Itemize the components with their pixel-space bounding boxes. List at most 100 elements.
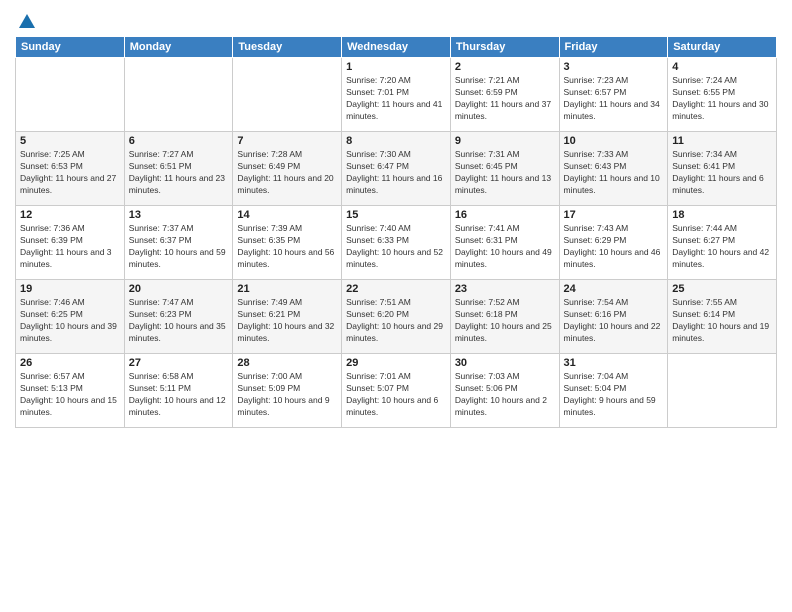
day-info: Sunrise: 7:04 AM Sunset: 5:04 PM Dayligh… [564, 371, 664, 419]
calendar-cell: 15 Sunrise: 7:40 AM Sunset: 6:33 PM Dayli… [342, 206, 451, 280]
calendar-cell: 8 Sunrise: 7:30 AM Sunset: 6:47 PM Daylig… [342, 132, 451, 206]
day-info: Sunrise: 7:27 AM Sunset: 6:51 PM Dayligh… [129, 149, 229, 197]
day-number: 18 [672, 209, 772, 221]
calendar-cell: 2Sunrise: 7:21 AM Sunset: 6:59 PM Daylig… [450, 58, 559, 132]
day-number: 27 [129, 357, 229, 369]
day-number: 21 [237, 283, 337, 295]
day-number: 6 [129, 135, 229, 147]
calendar-week-row: 12 Sunrise: 7:36 AM Sunset: 6:39 PM Dayli… [16, 206, 777, 280]
day-info: Sunrise: 7:40 AM Sunset: 6:33 PM Dayligh… [346, 223, 446, 271]
day-info: Sunrise: 7:44 AM Sunset: 6:27 PM Dayligh… [672, 223, 772, 271]
header-saturday: Saturday [668, 37, 777, 58]
calendar-cell: 9 Sunrise: 7:31 AM Sunset: 6:45 PM Daylig… [450, 132, 559, 206]
calendar-cell: 28 Sunrise: 7:00 AM Sunset: 5:09 PM Dayli… [233, 354, 342, 428]
day-number: 24 [564, 283, 664, 295]
day-number: 15 [346, 209, 446, 221]
day-number: 9 [455, 135, 555, 147]
header-sunday: Sunday [16, 37, 125, 58]
weekday-header-row: Sunday Monday Tuesday Wednesday Thursday… [16, 37, 777, 58]
day-number: 23 [455, 283, 555, 295]
day-info: Sunrise: 7:00 AM Sunset: 5:09 PM Dayligh… [237, 371, 337, 419]
calendar-cell [233, 58, 342, 132]
calendar-cell: 17 Sunrise: 7:43 AM Sunset: 6:29 PM Dayli… [559, 206, 668, 280]
day-number: 17 [564, 209, 664, 221]
calendar-cell: 19 Sunrise: 7:46 AM Sunset: 6:25 PM Dayli… [16, 280, 125, 354]
day-number: 22 [346, 283, 446, 295]
day-info: Sunrise: 7:34 AM Sunset: 6:41 PM Dayligh… [672, 149, 772, 197]
day-info: Sunrise: 7:20 AM Sunset: 7:01 PM Dayligh… [346, 75, 446, 123]
calendar-cell: 10 Sunrise: 7:33 AM Sunset: 6:43 PM Dayli… [559, 132, 668, 206]
calendar-cell [16, 58, 125, 132]
day-number: 8 [346, 135, 446, 147]
day-info: Sunrise: 7:21 AM Sunset: 6:59 PM Dayligh… [455, 75, 555, 123]
day-number: 11 [672, 135, 772, 147]
day-number: 25 [672, 283, 772, 295]
header-friday: Friday [559, 37, 668, 58]
day-number: 20 [129, 283, 229, 295]
header-thursday: Thursday [450, 37, 559, 58]
logo-text [15, 10, 37, 30]
day-info: Sunrise: 7:30 AM Sunset: 6:47 PM Dayligh… [346, 149, 446, 197]
day-number: 19 [20, 283, 120, 295]
day-info: Sunrise: 7:43 AM Sunset: 6:29 PM Dayligh… [564, 223, 664, 271]
calendar-cell [124, 58, 233, 132]
day-info: Sunrise: 7:33 AM Sunset: 6:43 PM Dayligh… [564, 149, 664, 197]
day-number: 1 [346, 61, 446, 73]
calendar-cell: 4Sunrise: 7:24 AM Sunset: 6:55 PM Daylig… [668, 58, 777, 132]
day-info: Sunrise: 7:55 AM Sunset: 6:14 PM Dayligh… [672, 297, 772, 345]
day-info: Sunrise: 7:24 AM Sunset: 6:55 PM Dayligh… [672, 75, 772, 123]
day-number: 12 [20, 209, 120, 221]
day-info: Sunrise: 7:46 AM Sunset: 6:25 PM Dayligh… [20, 297, 120, 345]
calendar-cell: 27 Sunrise: 6:58 AM Sunset: 5:11 PM Dayli… [124, 354, 233, 428]
day-number: 7 [237, 135, 337, 147]
day-info: Sunrise: 7:25 AM Sunset: 6:53 PM Dayligh… [20, 149, 120, 197]
day-info: Sunrise: 7:31 AM Sunset: 6:45 PM Dayligh… [455, 149, 555, 197]
day-number: 3 [564, 61, 664, 73]
calendar-cell: 16Sunrise: 7:41 AM Sunset: 6:31 PM Dayli… [450, 206, 559, 280]
day-info: Sunrise: 7:39 AM Sunset: 6:35 PM Dayligh… [237, 223, 337, 271]
calendar-cell: 5Sunrise: 7:25 AM Sunset: 6:53 PM Daylig… [16, 132, 125, 206]
calendar-cell: 11 Sunrise: 7:34 AM Sunset: 6:41 PM Dayli… [668, 132, 777, 206]
calendar-cell: 22 Sunrise: 7:51 AM Sunset: 6:20 PM Dayli… [342, 280, 451, 354]
day-info: Sunrise: 7:51 AM Sunset: 6:20 PM Dayligh… [346, 297, 446, 345]
calendar-table: Sunday Monday Tuesday Wednesday Thursday… [15, 36, 777, 428]
calendar-week-row: 26Sunrise: 6:57 AM Sunset: 5:13 PM Dayli… [16, 354, 777, 428]
day-info: Sunrise: 6:58 AM Sunset: 5:11 PM Dayligh… [129, 371, 229, 419]
day-number: 30 [455, 357, 555, 369]
day-info: Sunrise: 7:23 AM Sunset: 6:57 PM Dayligh… [564, 75, 664, 123]
calendar-cell: 21Sunrise: 7:49 AM Sunset: 6:21 PM Dayli… [233, 280, 342, 354]
calendar-week-row: 5Sunrise: 7:25 AM Sunset: 6:53 PM Daylig… [16, 132, 777, 206]
header [15, 10, 777, 30]
page: Sunday Monday Tuesday Wednesday Thursday… [0, 0, 792, 612]
day-number: 31 [564, 357, 664, 369]
calendar-week-row: 1 Sunrise: 7:20 AM Sunset: 7:01 PM Daylig… [16, 58, 777, 132]
day-info: Sunrise: 7:01 AM Sunset: 5:07 PM Dayligh… [346, 371, 446, 419]
day-info: Sunrise: 7:28 AM Sunset: 6:49 PM Dayligh… [237, 149, 337, 197]
header-wednesday: Wednesday [342, 37, 451, 58]
calendar-cell: 31 Sunrise: 7:04 AM Sunset: 5:04 PM Dayli… [559, 354, 668, 428]
calendar-cell: 23Sunrise: 7:52 AM Sunset: 6:18 PM Dayli… [450, 280, 559, 354]
header-monday: Monday [124, 37, 233, 58]
calendar-cell: 29 Sunrise: 7:01 AM Sunset: 5:07 PM Dayli… [342, 354, 451, 428]
logo [15, 10, 37, 30]
day-number: 29 [346, 357, 446, 369]
day-number: 28 [237, 357, 337, 369]
calendar-cell: 30Sunrise: 7:03 AM Sunset: 5:06 PM Dayli… [450, 354, 559, 428]
day-info: Sunrise: 7:47 AM Sunset: 6:23 PM Dayligh… [129, 297, 229, 345]
calendar-week-row: 19 Sunrise: 7:46 AM Sunset: 6:25 PM Dayli… [16, 280, 777, 354]
calendar-cell: 20 Sunrise: 7:47 AM Sunset: 6:23 PM Dayli… [124, 280, 233, 354]
day-number: 10 [564, 135, 664, 147]
day-info: Sunrise: 6:57 AM Sunset: 5:13 PM Dayligh… [20, 371, 120, 419]
calendar-cell: 24 Sunrise: 7:54 AM Sunset: 6:16 PM Dayli… [559, 280, 668, 354]
calendar-cell: 7 Sunrise: 7:28 AM Sunset: 6:49 PM Daylig… [233, 132, 342, 206]
calendar-cell: 13 Sunrise: 7:37 AM Sunset: 6:37 PM Dayli… [124, 206, 233, 280]
header-tuesday: Tuesday [233, 37, 342, 58]
day-info: Sunrise: 7:54 AM Sunset: 6:16 PM Dayligh… [564, 297, 664, 345]
calendar-cell: 14Sunrise: 7:39 AM Sunset: 6:35 PM Dayli… [233, 206, 342, 280]
calendar-cell: 12 Sunrise: 7:36 AM Sunset: 6:39 PM Dayli… [16, 206, 125, 280]
calendar-cell: 26Sunrise: 6:57 AM Sunset: 5:13 PM Dayli… [16, 354, 125, 428]
logo-triangle-icon [17, 10, 37, 30]
day-info: Sunrise: 7:37 AM Sunset: 6:37 PM Dayligh… [129, 223, 229, 271]
day-number: 13 [129, 209, 229, 221]
day-info: Sunrise: 7:36 AM Sunset: 6:39 PM Dayligh… [20, 223, 120, 271]
